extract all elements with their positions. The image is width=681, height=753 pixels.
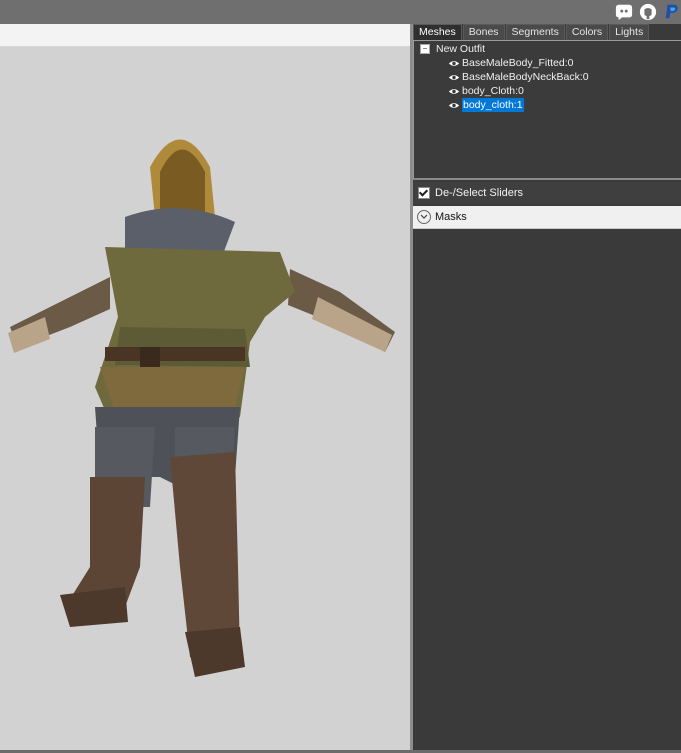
- tree-item-label: body_cloth:1: [462, 98, 524, 112]
- github-icon[interactable]: [639, 3, 657, 21]
- collapse-icon[interactable]: −: [420, 44, 430, 54]
- top-icon-group: [615, 2, 681, 22]
- tab-lights[interactable]: Lights: [609, 24, 650, 40]
- masks-section[interactable]: Masks: [413, 206, 681, 229]
- tree-item[interactable]: BaseMaleBodyNeckBack:0: [448, 70, 589, 84]
- sliders-toggle-bar[interactable]: De-/Select Sliders: [413, 182, 681, 204]
- panel-splitter[interactable]: [413, 178, 681, 180]
- right-panel: Meshes Bones Segments Colors Lights − Ne…: [413, 24, 681, 750]
- eye-icon[interactable]: [448, 101, 460, 110]
- tab-colors[interactable]: Colors: [565, 24, 609, 40]
- discord-icon[interactable]: [615, 3, 633, 21]
- sliders-panel: [413, 229, 681, 750]
- viewport-toolbar: [0, 24, 410, 47]
- tree-item[interactable]: body_Cloth:0: [448, 84, 524, 98]
- select-sliders-checkbox[interactable]: [418, 187, 430, 199]
- tree-item[interactable]: BaseMaleBody_Fitted:0: [448, 56, 573, 70]
- tree-root-label: New Outfit: [436, 43, 486, 55]
- tree-item-selected[interactable]: body_cloth:1: [448, 98, 524, 112]
- tree-item-label: body_Cloth:0: [462, 85, 524, 97]
- masks-label: Masks: [435, 211, 467, 223]
- chevron-down-icon[interactable]: [417, 210, 431, 224]
- tab-meshes[interactable]: Meshes: [413, 24, 462, 40]
- eye-icon[interactable]: [448, 59, 460, 68]
- paypal-icon[interactable]: [663, 3, 681, 21]
- top-bar: [0, 0, 681, 24]
- eye-icon[interactable]: [448, 87, 460, 96]
- tab-segments[interactable]: Segments: [505, 24, 565, 40]
- 3d-viewport[interactable]: [0, 47, 410, 750]
- tree-item-label: BaseMaleBodyNeckBack:0: [462, 71, 589, 83]
- panel-tabs: Meshes Bones Segments Colors Lights: [413, 24, 681, 40]
- select-sliders-label: De-/Select Sliders: [435, 187, 524, 199]
- tree-item-label: BaseMaleBody_Fitted:0: [462, 57, 574, 69]
- mesh-tree: − New Outfit BaseMaleBody_Fitted:0 BaseM…: [413, 40, 681, 180]
- tab-bones[interactable]: Bones: [462, 24, 505, 40]
- eye-icon[interactable]: [448, 73, 460, 82]
- outfit-model-render: [8, 139, 395, 677]
- tree-root[interactable]: − New Outfit: [420, 42, 485, 56]
